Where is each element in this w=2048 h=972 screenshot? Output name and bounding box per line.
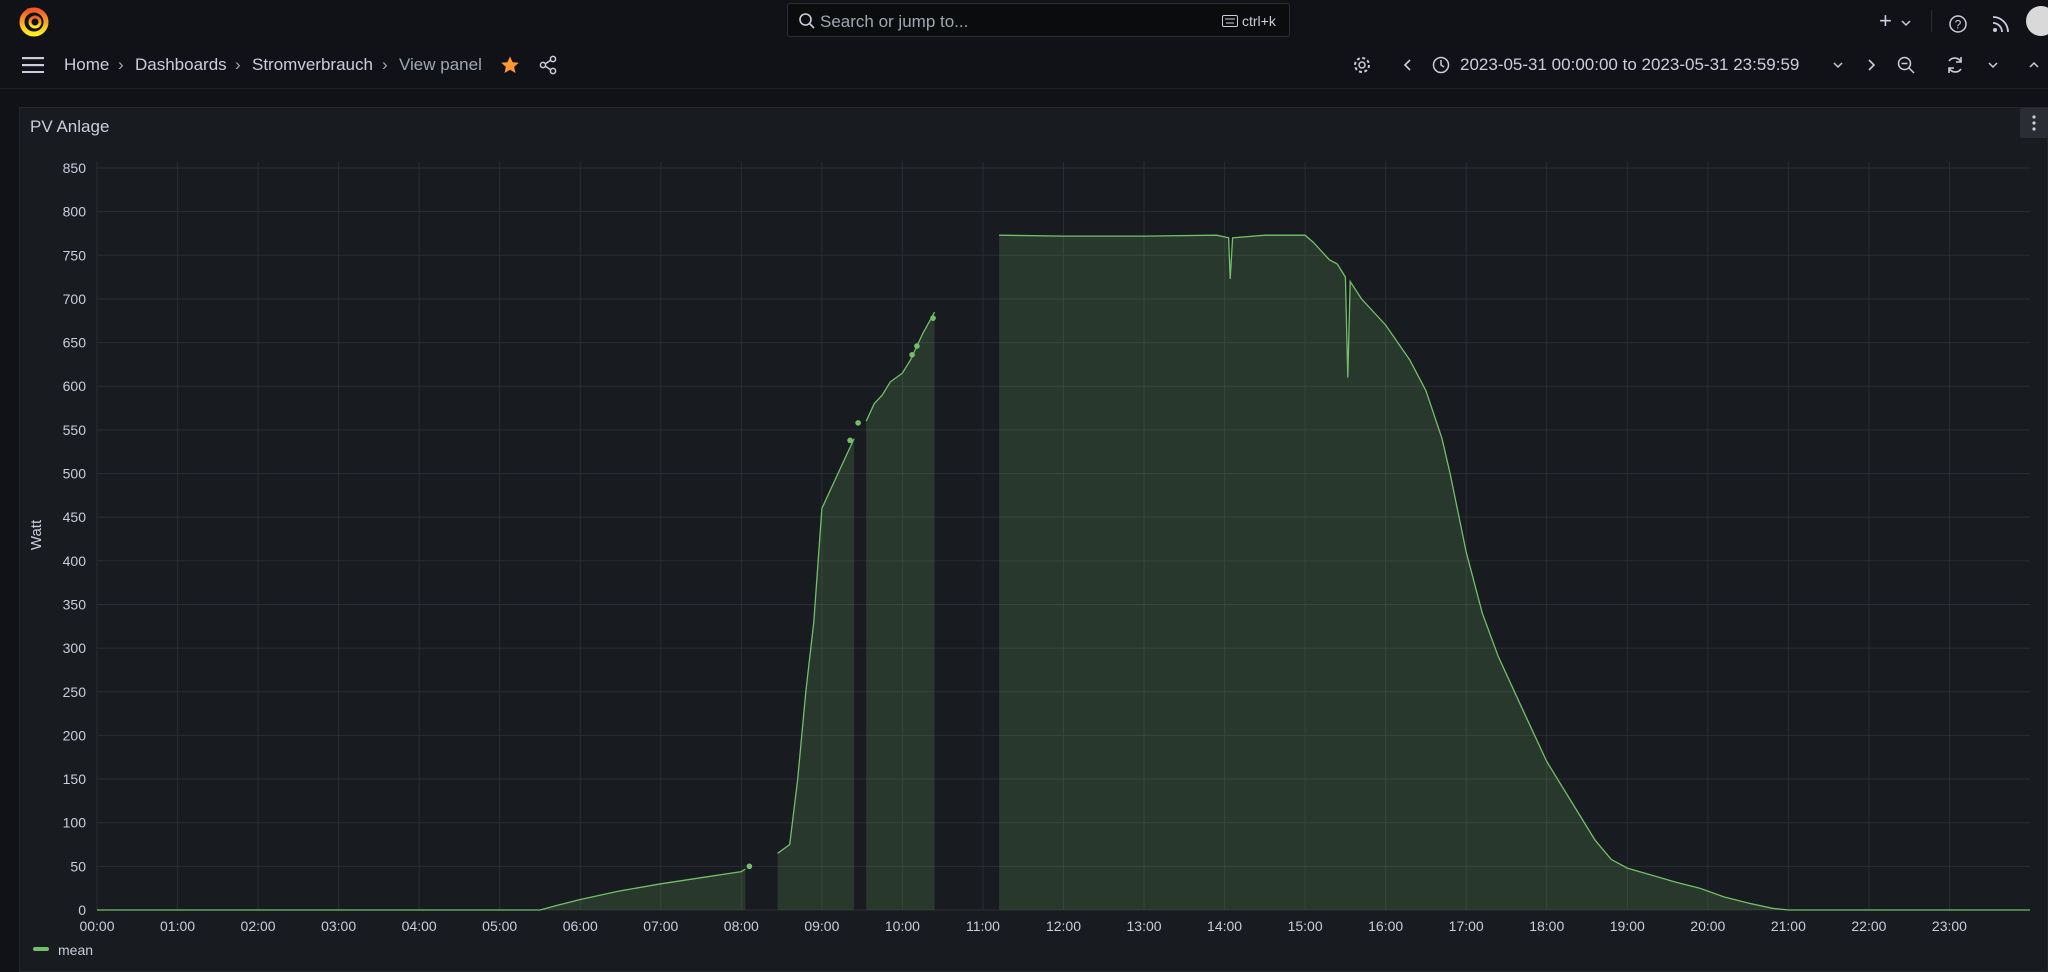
x-tick-label: 20:00 bbox=[1690, 918, 1725, 934]
x-tick-label: 23:00 bbox=[1932, 918, 1967, 934]
x-tick-label: 08:00 bbox=[724, 918, 759, 934]
x-tick-label: 15:00 bbox=[1288, 918, 1323, 934]
x-tick-label: 14:00 bbox=[1207, 918, 1242, 934]
x-tick-label: 07:00 bbox=[643, 918, 678, 934]
y-tick-label: 150 bbox=[63, 771, 87, 787]
y-tick-label: 300 bbox=[63, 640, 87, 656]
y-tick-label: 850 bbox=[63, 160, 87, 176]
x-tick-label: 11:00 bbox=[966, 918, 1000, 934]
legend-item-mean[interactable]: mean bbox=[58, 942, 93, 958]
x-tick-label: 09:00 bbox=[804, 918, 839, 934]
data-point bbox=[847, 437, 853, 444]
x-tick-label: 18:00 bbox=[1529, 918, 1564, 934]
x-tick-label: 22:00 bbox=[1851, 918, 1886, 934]
data-point bbox=[855, 420, 861, 426]
y-tick-label: 550 bbox=[63, 422, 87, 438]
y-tick-label: 350 bbox=[63, 596, 87, 612]
legend-color-swatch bbox=[33, 947, 49, 951]
y-tick-label: 450 bbox=[63, 509, 87, 525]
legend[interactable]: mean bbox=[33, 942, 93, 958]
y-tick-label: 50 bbox=[70, 858, 86, 874]
y-tick-label: 600 bbox=[63, 378, 87, 394]
x-tick-label: 13:00 bbox=[1127, 918, 1162, 934]
series-area-segment bbox=[999, 235, 2030, 910]
data-point bbox=[909, 352, 915, 358]
x-tick-label: 16:00 bbox=[1368, 918, 1403, 934]
y-tick-label: 100 bbox=[63, 815, 87, 831]
x-tick-label: 10:00 bbox=[885, 918, 920, 934]
x-tick-label: 06:00 bbox=[563, 918, 598, 934]
data-point bbox=[746, 863, 753, 870]
timeseries-chart[interactable]: 0 50 100 150 200 250 300 350 400 450 500 550 600 650 7… bbox=[0, 0, 2048, 972]
x-tick-label: 05:00 bbox=[482, 918, 517, 934]
y-tick-label: 800 bbox=[63, 204, 87, 220]
y-tick-label: 200 bbox=[63, 727, 87, 743]
series-area-segment bbox=[777, 438, 855, 910]
data-point bbox=[930, 315, 936, 321]
x-tick-label: 04:00 bbox=[402, 918, 437, 934]
x-tick-label: 21:00 bbox=[1771, 918, 1806, 934]
x-tick-label: 03:00 bbox=[321, 918, 356, 934]
series-area bbox=[97, 235, 2030, 910]
y-tick-label: 250 bbox=[63, 684, 87, 700]
x-tick-label: 19:00 bbox=[1610, 918, 1645, 934]
y-tick-label: 400 bbox=[63, 553, 87, 569]
y-tick-label: 650 bbox=[63, 335, 87, 351]
y-tick-label: 700 bbox=[63, 291, 87, 307]
x-tick-label: 17:00 bbox=[1449, 918, 1484, 934]
x-tick-label: 12:00 bbox=[1046, 918, 1081, 934]
y-axis-label: Watt bbox=[28, 519, 45, 550]
y-tick-label: 750 bbox=[63, 247, 87, 263]
x-tick-label: 01:00 bbox=[160, 918, 195, 934]
data-point bbox=[914, 343, 920, 349]
series-area-segment bbox=[97, 869, 746, 910]
y-tick-label: 0 bbox=[78, 902, 86, 918]
x-tick-label: 00:00 bbox=[79, 918, 114, 934]
y-axis: 0 50 100 150 200 250 300 350 400 450 500 550 600 650 7… bbox=[63, 160, 87, 918]
x-tick-label: 02:00 bbox=[241, 918, 276, 934]
x-axis: 00:00 01:00 02:00 03:00 04:00 05:00 06:00 07:00… bbox=[79, 918, 1967, 934]
y-tick-label: 500 bbox=[63, 466, 87, 482]
